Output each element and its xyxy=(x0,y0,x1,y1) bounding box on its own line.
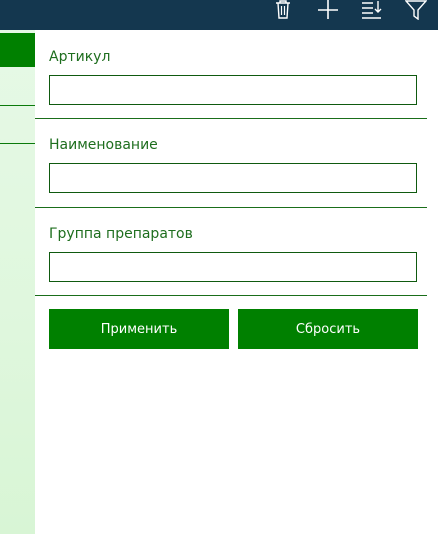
name-input[interactable] xyxy=(49,163,417,193)
left-nav-panel xyxy=(0,30,35,534)
nav-divider xyxy=(0,143,35,144)
apply-button[interactable]: Применить xyxy=(49,309,229,349)
article-label: Артикул xyxy=(49,49,111,65)
field-divider xyxy=(35,118,427,119)
trash-icon[interactable] xyxy=(273,0,293,20)
sort-icon[interactable] xyxy=(361,0,383,20)
nav-item-active[interactable] xyxy=(0,33,35,67)
reset-button[interactable]: Сбросить xyxy=(238,309,418,349)
plus-icon[interactable] xyxy=(317,0,339,20)
nav-divider xyxy=(0,105,35,106)
drug-group-input[interactable] xyxy=(49,252,417,282)
article-input[interactable] xyxy=(49,75,417,105)
name-label: Наименование xyxy=(49,137,158,153)
filter-panel: Артикул Наименование Группа препаратов П… xyxy=(35,30,438,534)
field-divider xyxy=(35,207,427,208)
drug-group-label: Группа препаратов xyxy=(49,226,193,242)
top-toolbar xyxy=(0,0,438,30)
filter-icon[interactable] xyxy=(405,0,427,20)
field-divider xyxy=(35,295,427,296)
